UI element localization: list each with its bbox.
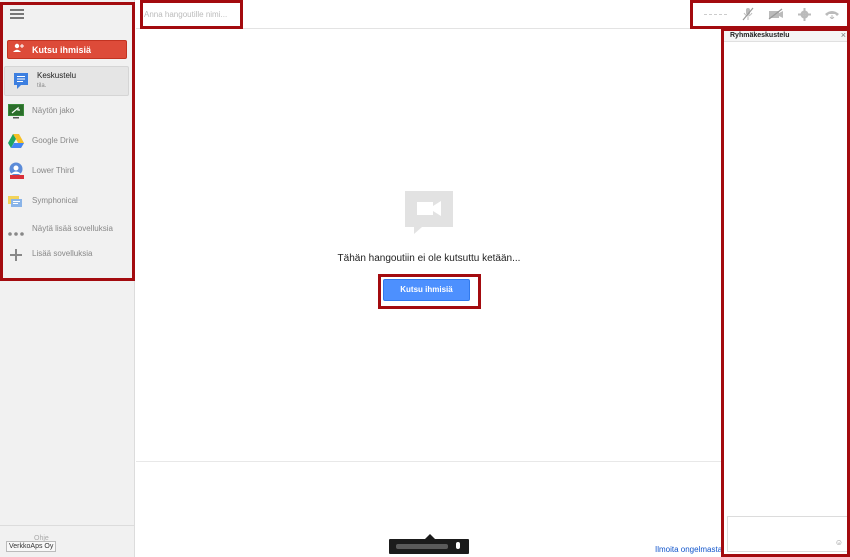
symphonical-icon [7,192,25,210]
top-bar [136,0,850,29]
invite-people-center-button[interactable]: Kutsu ihmisiä [383,279,470,301]
report-problem-link[interactable]: Ilmoita ongelmasta [655,545,722,554]
invite-people-label: Kutsu ihmisiä [32,44,92,55]
lower-third-icon [7,162,25,180]
sidebar-footer: Ohje VerkkoAps Oy [0,525,135,557]
screenshare-icon [7,102,25,120]
plus-icon [7,248,25,261]
app-drive-label: Google Drive [32,136,79,145]
app-list: Keskustelu tila. Näytön jako Google Drive… [0,66,135,266]
filmstrip-divider [136,461,722,462]
mic-icon[interactable] [456,542,460,549]
chat-header: Ryhmäkeskustelu × [724,29,850,42]
chat-icon [12,72,30,90]
camera-off-icon[interactable] [768,6,784,22]
show-more-apps-label: Näytä lisää sovelluksia [32,223,113,233]
app-chat-status: tila. [37,83,47,89]
main-stage: Tähän hangoutiin ei ole kutsuttu ketään.… [136,30,722,462]
more-icon [7,225,25,236]
app-symphonical[interactable]: Symphonical [0,186,135,216]
app-lower-third-label: Lower Third [32,166,75,175]
app-chat[interactable]: Keskustelu tila. [4,66,129,96]
emoji-icon[interactable]: ☺ [835,538,843,547]
gear-icon[interactable] [796,6,812,22]
menu-icon[interactable] [10,9,24,19]
call-controls [702,5,840,23]
mic-off-icon[interactable] [740,6,756,22]
app-chat-label: Keskustelu [37,71,77,80]
chat-message-input[interactable]: ☺ [727,516,848,552]
show-more-apps[interactable]: Näytä lisää sovelluksia [0,216,135,241]
chat-title: Ryhmäkeskustelu [730,31,790,39]
app-screenshare-label: Näytön jako [32,106,75,115]
group-chat-panel: Ryhmäkeskustelu × ☺ [723,29,850,557]
add-apps-label: Lisää sovelluksia [32,248,93,258]
hangout-window: Kutsu ihmisiä Keskustelu tila. Näytön jak… [0,0,850,557]
caret-up-icon [425,534,435,539]
empty-hangout-message: Tähän hangoutiin ei ole kutsuttu ketään.… [337,253,521,264]
app-symphonical-label: Symphonical [32,196,78,205]
invite-people-button[interactable]: Kutsu ihmisiä [7,40,127,59]
close-icon[interactable]: × [841,30,846,40]
app-lower-third[interactable]: Lower Third [0,156,135,186]
sidebar: Kutsu ihmisiä Keskustelu tila. Näytön jak… [0,0,135,557]
add-person-icon [12,43,26,56]
app-drive[interactable]: Google Drive [0,126,135,156]
app-screenshare[interactable]: Näytön jako [0,96,135,126]
self-view-toolbar[interactable] [389,534,469,554]
hangup-icon[interactable] [824,6,840,22]
add-apps[interactable]: Lisää sovelluksia [0,241,135,266]
watermark-badge: VerkkoAps Oy [6,541,57,552]
drive-icon [7,132,25,150]
hangout-name-input[interactable] [144,5,238,23]
app-label: Keskustelu tila. [37,71,76,91]
signal-icon [702,6,728,22]
blurred-name [396,544,448,549]
camera-icon [404,190,454,234]
